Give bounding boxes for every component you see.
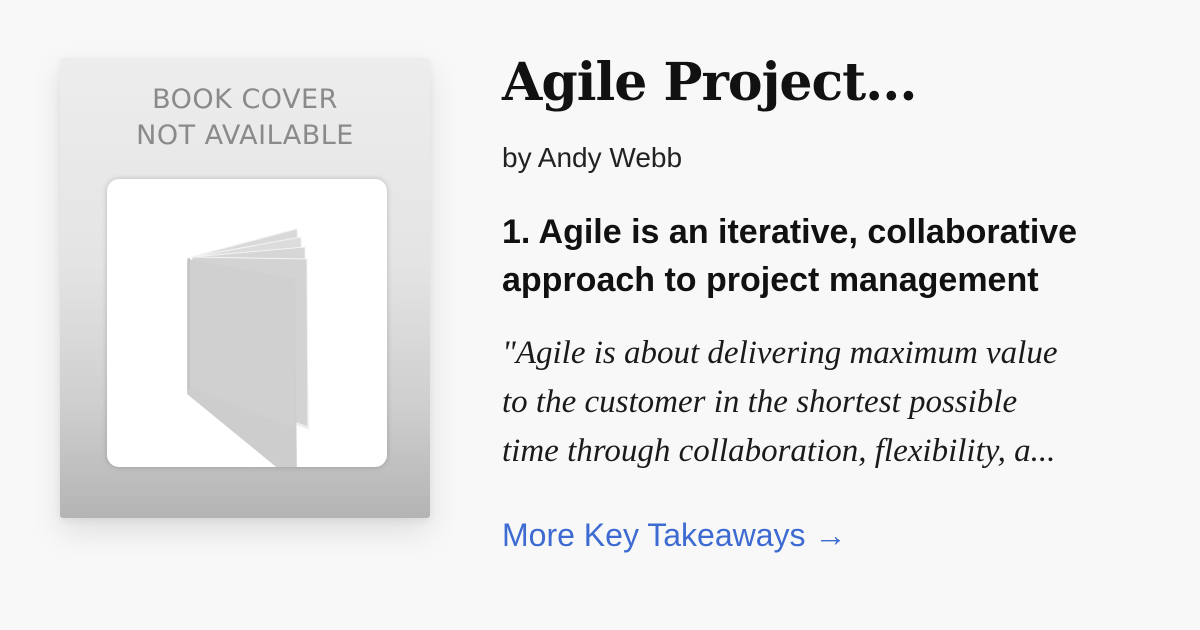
open-book-icon (187, 228, 310, 467)
key-takeaway-heading: 1. Agile is an iterative, collaborative … (502, 208, 1162, 304)
key-takeaway-heading-line1: 1. Agile is an iterative, collaborative (502, 213, 1078, 251)
cover-image-frame (107, 179, 387, 467)
key-takeaway-quote: "Agile is about delivering maximum value… (502, 329, 1182, 476)
more-key-takeaways-link[interactable]: More Key Takeaways → (502, 515, 846, 555)
book-author: by Andy Webb (502, 142, 683, 173)
book-cover-placeholder: BOOK COVER NOT AVAILABLE (60, 58, 430, 518)
quote-line2: to the customer in the shortest possible (502, 384, 1018, 420)
cover-placeholder-line1: BOOK COVER (152, 84, 338, 115)
quote-line1: "Agile is about delivering maximum value (502, 335, 1058, 371)
cover-placeholder-line2: NOT AVAILABLE (136, 120, 354, 151)
quote-line3: time through collaboration, flexibility,… (502, 433, 1056, 469)
book-title: Agile Project... (502, 52, 917, 113)
key-takeaway-heading-line2: approach to project management (502, 261, 1039, 299)
